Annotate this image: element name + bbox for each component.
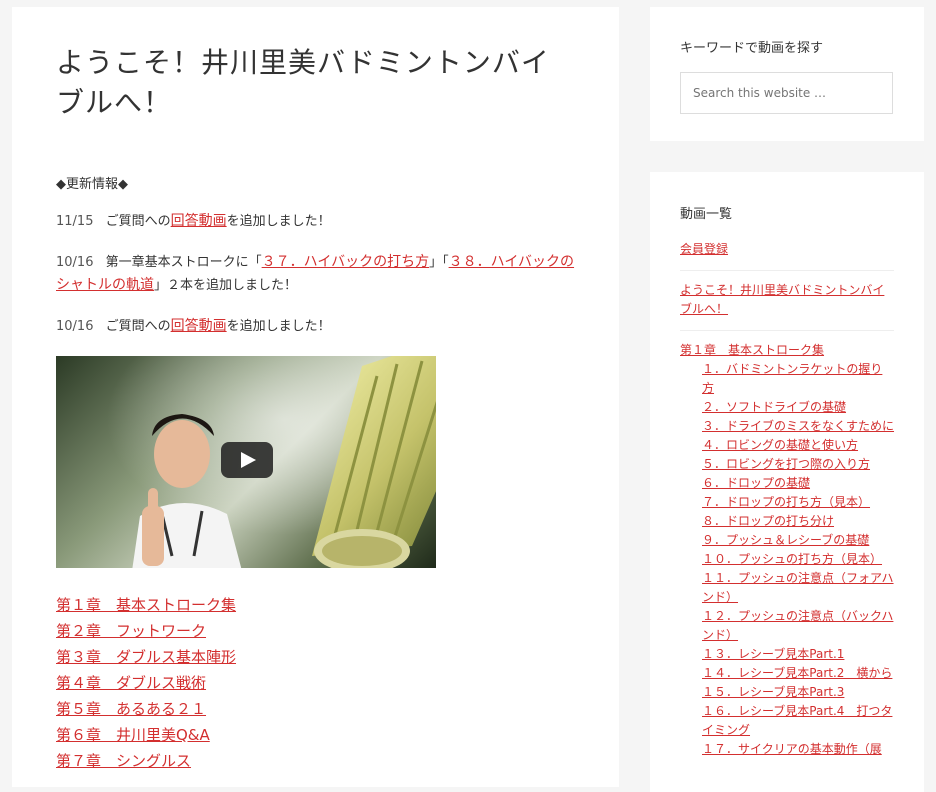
- video-nav: 会員登録 ようこそ！井川里美バドミントンバイブルへ！ 第１章 基本ストローク集 …: [680, 240, 894, 759]
- answer-video-link[interactable]: 回答動画: [171, 318, 227, 334]
- instructor-image: [132, 414, 242, 568]
- shuttlecock-image: [312, 356, 436, 568]
- intro-video[interactable]: [56, 356, 436, 568]
- video-link[interactable]: ９．プッシュ＆レシーブの基礎: [702, 531, 894, 550]
- update-date: 10/16: [56, 255, 94, 270]
- video-link[interactable]: １６．レシーブ見本Part.4 打つタイミング: [702, 702, 894, 740]
- video-link[interactable]: ６．ドロップの基礎: [702, 474, 894, 493]
- update-date: 11/15: [56, 214, 94, 229]
- divider: [680, 330, 894, 331]
- search-widget: キーワードで動画を探す: [650, 7, 924, 141]
- chapter-list: 第１章 基本ストローク集 第２章 フットワーク 第３章 ダブルス基本陣形 第４章…: [56, 592, 575, 774]
- chapter-link[interactable]: 第６章 井川里美Q&A: [56, 722, 575, 748]
- chapter-link[interactable]: 第４章 ダブルス戦術: [56, 670, 575, 696]
- page-title: ようこそ！井川里美バドミントンバイブルへ！: [56, 46, 550, 119]
- video-link[interactable]: １０．プッシュの打ち方（見本）: [702, 550, 894, 569]
- video-link[interactable]: １４．レシーブ見本Part.2 横から: [702, 664, 894, 683]
- update-heading: ◆更新情報◆: [56, 177, 128, 192]
- chapter-link[interactable]: 第１章 基本ストローク集: [56, 592, 575, 618]
- search-widget-title: キーワードで動画を探す: [680, 41, 824, 56]
- update-item: 11/15 ご質問への回答動画を追加しました！: [56, 213, 331, 229]
- chapter1-link[interactable]: 第１章 基本ストローク集: [680, 343, 824, 357]
- video-link[interactable]: ５．ロビングを打つ際の入り方: [702, 455, 894, 474]
- chapter-link[interactable]: 第３章 ダブルス基本陣形: [56, 644, 575, 670]
- video-link[interactable]: ７．ドロップの打ち方（見本）: [702, 493, 894, 512]
- update-item: 10/16 第一章基本ストロークに「３７．ハイバックの打ち方」「３８．ハイバック…: [56, 254, 575, 293]
- video-link[interactable]: １３．レシーブ見本Part.1: [702, 645, 894, 664]
- video-link[interactable]: １７．サイクリアの基本動作（展: [702, 740, 894, 759]
- video-list-widget: 動画一覧 会員登録 ようこそ！井川里美バドミントンバイブルへ！ 第１章 基本スト…: [650, 172, 924, 792]
- video-list-title: 動画一覧: [680, 207, 733, 222]
- play-icon[interactable]: [221, 442, 273, 478]
- update-date: 10/16: [56, 319, 94, 334]
- chapter-link[interactable]: 第５章 あるある２１: [56, 696, 575, 722]
- register-link[interactable]: 会員登録: [680, 242, 728, 256]
- answer-video-link[interactable]: 回答動画: [171, 213, 227, 229]
- chapter-link[interactable]: 第２章 フットワーク: [56, 618, 575, 644]
- chapter1-submenu: １．バドミントンラケットの握り方 ２．ソフトドライブの基礎 ３．ドライブのミスを…: [680, 360, 894, 759]
- update-item: 10/16 ご質問への回答動画を追加しました！: [56, 318, 331, 334]
- video-link[interactable]: ８．ドロップの打ち分け: [702, 512, 894, 531]
- chapter-link[interactable]: 第７章 シングルス: [56, 748, 575, 774]
- high-back-link[interactable]: ３７．ハイバックの打ち方: [262, 254, 429, 270]
- video-link[interactable]: １１．プッシュの注意点（フォアハンド）: [702, 569, 894, 607]
- video-link[interactable]: １．バドミントンラケットの握り方: [702, 360, 894, 398]
- welcome-link[interactable]: ようこそ！井川里美バドミントンバイブルへ！: [680, 283, 884, 316]
- divider: [680, 270, 894, 271]
- main-content: ようこそ！井川里美バドミントンバイブルへ！ ◆更新情報◆ 11/15 ご質問への…: [12, 7, 619, 787]
- video-link[interactable]: １２．プッシュの注意点（バックハンド）: [702, 607, 894, 645]
- search-input[interactable]: [680, 72, 893, 114]
- video-link[interactable]: ４．ロビングの基礎と使い方: [702, 436, 894, 455]
- video-link[interactable]: ２．ソフトドライブの基礎: [702, 398, 894, 417]
- video-link[interactable]: １５．レシーブ見本Part.3: [702, 683, 894, 702]
- video-link[interactable]: ３．ドライブのミスをなくすために: [702, 417, 894, 436]
